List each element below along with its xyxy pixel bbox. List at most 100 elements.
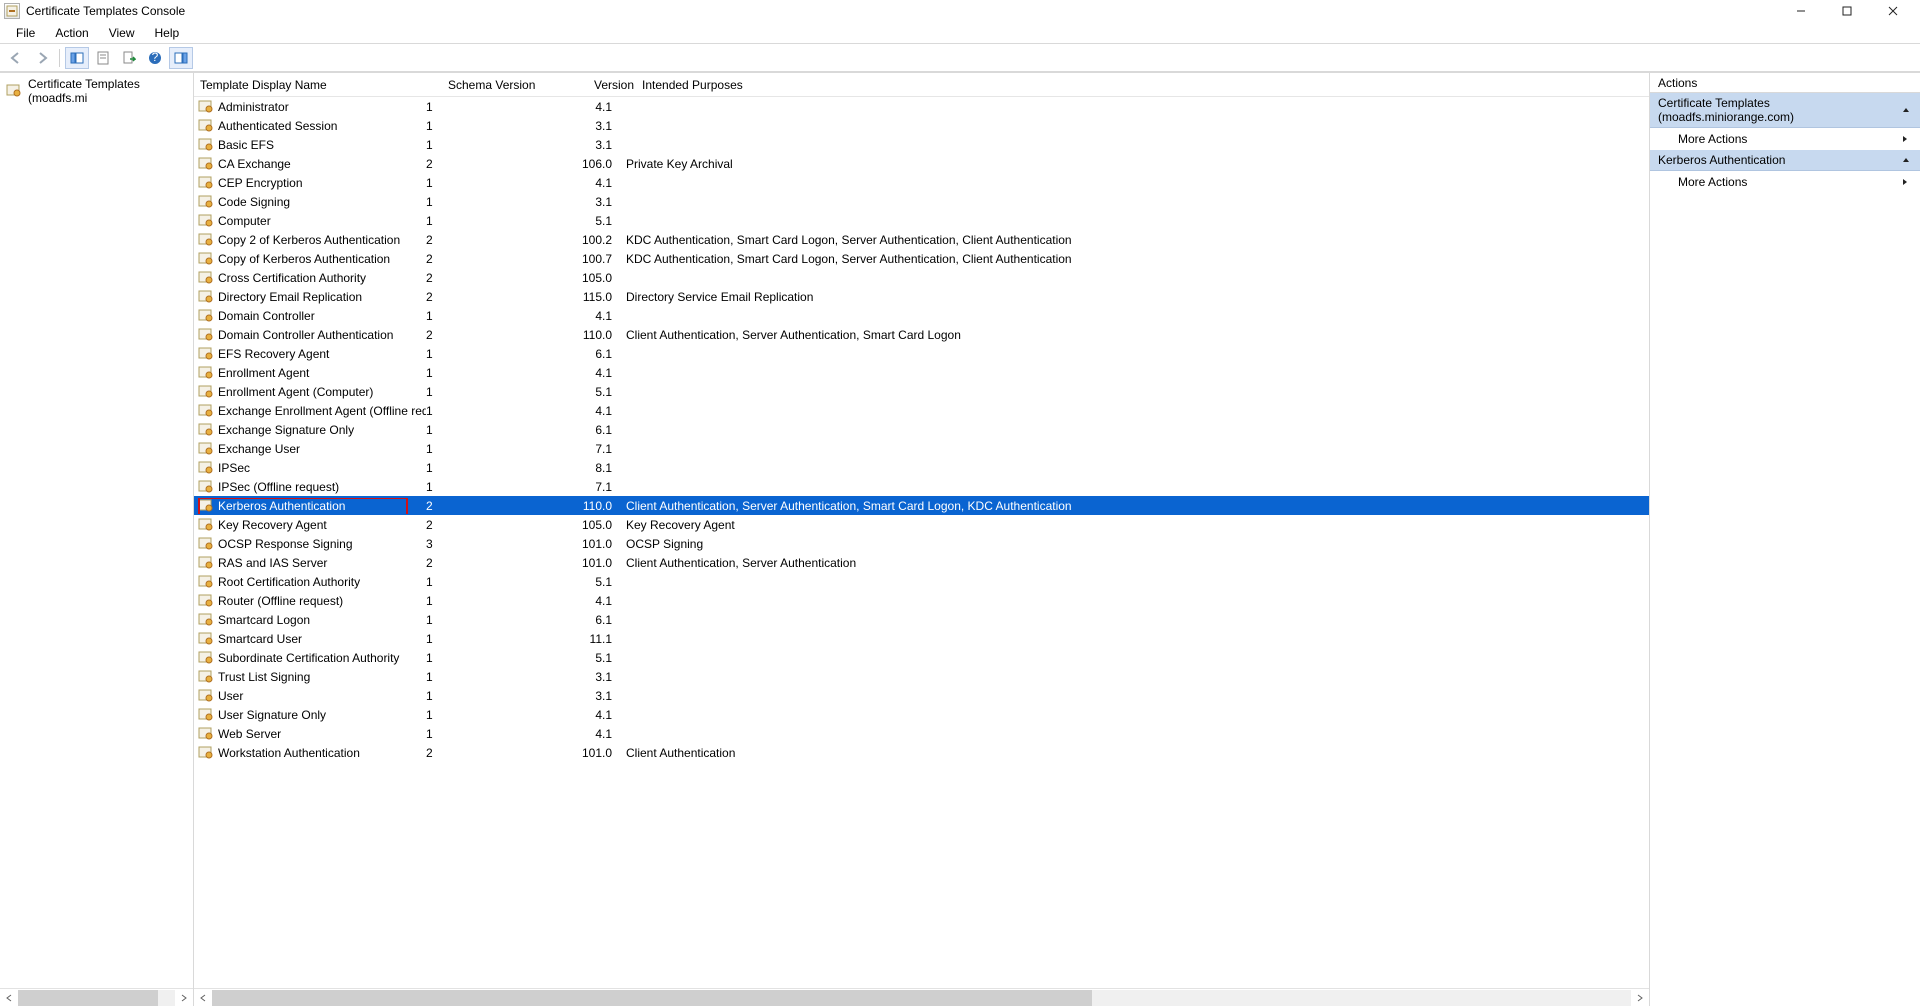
table-row[interactable]: Root Certification Authority15.1: [194, 572, 1649, 591]
actions-section-kerberos[interactable]: Kerberos Authentication: [1650, 150, 1920, 171]
table-row[interactable]: Router (Offline request)14.1: [194, 591, 1649, 610]
scroll-right-icon[interactable]: [175, 989, 193, 1006]
cell-schema: 1: [426, 385, 572, 399]
cell-name-text: EFS Recovery Agent: [218, 347, 329, 361]
actions-section-certificate-templates[interactable]: Certificate Templates (moadfs.miniorange…: [1650, 93, 1920, 128]
scroll-thumb[interactable]: [212, 990, 1092, 1006]
list-rows: Administrator14.1Authenticated Session13…: [194, 97, 1649, 988]
show-hide-tree-button[interactable]: [65, 47, 89, 69]
certificate-template-icon: [198, 156, 214, 172]
forward-button[interactable]: [30, 47, 54, 69]
minimize-button[interactable]: [1778, 0, 1824, 22]
table-row[interactable]: CA Exchange2106.0Private Key Archival: [194, 154, 1649, 173]
actions-more-actions-1[interactable]: More Actions: [1650, 128, 1920, 150]
cell-version: 4.1: [572, 727, 612, 741]
cell-name-text: RAS and IAS Server: [218, 556, 327, 570]
table-row[interactable]: IPSec (Offline request)17.1: [194, 477, 1649, 496]
table-row[interactable]: Subordinate Certification Authority15.1: [194, 648, 1649, 667]
table-row[interactable]: User13.1: [194, 686, 1649, 705]
help-button[interactable]: ?: [143, 47, 167, 69]
table-row[interactable]: Authenticated Session13.1: [194, 116, 1649, 135]
cell-name: Smartcard Logon: [198, 612, 426, 628]
table-row[interactable]: OCSP Response Signing3101.0OCSP Signing: [194, 534, 1649, 553]
table-row[interactable]: Copy of Kerberos Authentication2100.7KDC…: [194, 249, 1649, 268]
certificate-template-icon: [198, 346, 214, 362]
table-row[interactable]: Exchange Enrollment Agent (Offline reque…: [194, 401, 1649, 420]
table-row[interactable]: Domain Controller Authentication2110.0Cl…: [194, 325, 1649, 344]
table-row[interactable]: Trust List Signing13.1: [194, 667, 1649, 686]
table-row[interactable]: Basic EFS13.1: [194, 135, 1649, 154]
table-row[interactable]: Computer15.1: [194, 211, 1649, 230]
tree-scrollbar[interactable]: [0, 988, 193, 1006]
table-row[interactable]: Smartcard Logon16.1: [194, 610, 1649, 629]
tree-node-certificate-templates[interactable]: Certificate Templates (moadfs.mi: [0, 73, 193, 109]
cell-name: Authenticated Session: [198, 118, 426, 134]
cell-purposes: Client Authentication: [612, 746, 1649, 760]
cell-name-text: Cross Certification Authority: [218, 271, 366, 285]
table-row[interactable]: Cross Certification Authority2105.0: [194, 268, 1649, 287]
list-scrollbar[interactable]: [194, 988, 1649, 1006]
cell-version: 5.1: [572, 214, 612, 228]
actions-more-actions-2[interactable]: More Actions: [1650, 171, 1920, 193]
col-template-display-name[interactable]: Template Display Name: [194, 73, 442, 96]
export-button[interactable]: [117, 47, 141, 69]
table-row[interactable]: EFS Recovery Agent16.1: [194, 344, 1649, 363]
scroll-track[interactable]: [18, 990, 175, 1006]
cell-version: 101.0: [572, 556, 612, 570]
cell-schema: 1: [426, 708, 572, 722]
table-row[interactable]: Kerberos Authentication2110.0Client Auth…: [194, 496, 1649, 515]
table-row[interactable]: Workstation Authentication2101.0Client A…: [194, 743, 1649, 762]
cell-name: Workstation Authentication: [198, 745, 426, 761]
table-row[interactable]: Directory Email Replication2115.0Directo…: [194, 287, 1649, 306]
table-row[interactable]: Administrator14.1: [194, 97, 1649, 116]
cell-schema: 1: [426, 575, 572, 589]
table-row[interactable]: Enrollment Agent (Computer)15.1: [194, 382, 1649, 401]
cell-version: 4.1: [572, 404, 612, 418]
table-row[interactable]: Exchange Signature Only16.1: [194, 420, 1649, 439]
scroll-left-icon[interactable]: [194, 989, 212, 1006]
cell-version: 4.1: [572, 176, 612, 190]
close-button[interactable]: [1870, 0, 1916, 22]
table-row[interactable]: Web Server14.1: [194, 724, 1649, 743]
certificate-template-icon: [198, 555, 214, 571]
table-row[interactable]: RAS and IAS Server2101.0Client Authentic…: [194, 553, 1649, 572]
col-version[interactable]: Version: [588, 73, 628, 96]
table-row[interactable]: Exchange User17.1: [194, 439, 1649, 458]
cell-version: 3.1: [572, 119, 612, 133]
back-button[interactable]: [4, 47, 28, 69]
properties-button[interactable]: [91, 47, 115, 69]
menu-file[interactable]: File: [6, 24, 45, 42]
scroll-thumb[interactable]: [18, 990, 158, 1006]
table-row[interactable]: Copy 2 of Kerberos Authentication2100.2K…: [194, 230, 1649, 249]
cell-name-text: Smartcard Logon: [218, 613, 310, 627]
cell-version: 3.1: [572, 689, 612, 703]
col-intended-purposes[interactable]: Intended Purposes: [628, 73, 1649, 96]
cell-name-text: Administrator: [218, 100, 289, 114]
cell-name: Copy 2 of Kerberos Authentication: [198, 232, 426, 248]
table-row[interactable]: Smartcard User111.1: [194, 629, 1649, 648]
actions-pane: Actions Certificate Templates (moadfs.mi…: [1650, 73, 1920, 1006]
scroll-left-icon[interactable]: [0, 989, 18, 1006]
maximize-button[interactable]: [1824, 0, 1870, 22]
table-row[interactable]: Domain Controller14.1: [194, 306, 1649, 325]
scroll-track[interactable]: [212, 990, 1631, 1006]
scroll-right-icon[interactable]: [1631, 989, 1649, 1006]
table-row[interactable]: User Signature Only14.1: [194, 705, 1649, 724]
cell-name-text: Computer: [218, 214, 271, 228]
cell-version: 4.1: [572, 708, 612, 722]
menu-action[interactable]: Action: [45, 24, 98, 42]
certificate-template-icon: [198, 99, 214, 115]
action-pane-button[interactable]: [169, 47, 193, 69]
table-row[interactable]: Key Recovery Agent2105.0Key Recovery Age…: [194, 515, 1649, 534]
cell-name: Enrollment Agent: [198, 365, 426, 381]
table-row[interactable]: Enrollment Agent14.1: [194, 363, 1649, 382]
certificate-icon: [6, 83, 22, 99]
col-schema-version[interactable]: Schema Version: [442, 73, 588, 96]
table-row[interactable]: IPSec18.1: [194, 458, 1649, 477]
certificate-template-icon: [198, 213, 214, 229]
table-row[interactable]: Code Signing13.1: [194, 192, 1649, 211]
menu-help[interactable]: Help: [145, 24, 190, 42]
cell-schema: 1: [426, 651, 572, 665]
menu-view[interactable]: View: [99, 24, 145, 42]
table-row[interactable]: CEP Encryption14.1: [194, 173, 1649, 192]
